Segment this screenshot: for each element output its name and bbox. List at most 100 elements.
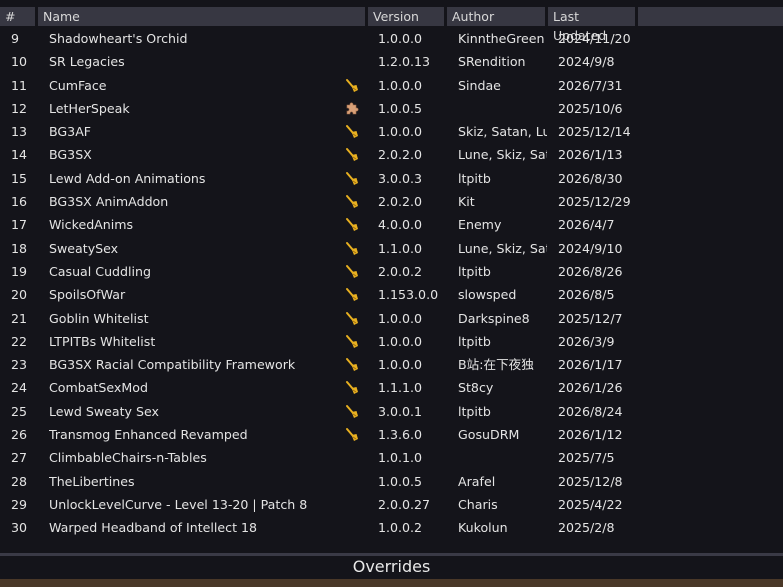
mod-version: 1.0.0.0 — [378, 333, 423, 349]
table-row[interactable]: 14 BG3SX 2.0.2.0 Lune, Skiz, Satan 2026/… — [0, 143, 783, 166]
mod-version: 1.0.0.0 — [378, 124, 423, 140]
table-row[interactable]: 17 WickedAnims 4.0.0.0 Enemy 2026/4/7 — [0, 213, 783, 236]
mod-last-updated: 2024/9/10 — [558, 240, 623, 256]
overrides-list-top[interactable] — [0, 579, 783, 587]
mod-name: BG3SX AnimAddon — [49, 194, 169, 210]
mod-version: 1.1.1.0 — [378, 380, 423, 396]
mod-version: 2.0.0.27 — [378, 496, 431, 512]
mod-last-updated: 2025/2/8 — [558, 520, 615, 536]
table-row[interactable]: 25 Lewd Sweaty Sex 3.0.0.1 ltpitb 2026/8… — [0, 400, 783, 423]
mod-version: 1.0.0.0 — [378, 357, 423, 373]
column-header-version[interactable]: Version — [368, 7, 444, 26]
table-row[interactable]: 13 BG3AF 1.0.0.0 Skiz, Satan, Lune 2025/… — [0, 120, 783, 143]
icon-slot — [344, 520, 360, 536]
broom-icon — [344, 287, 360, 303]
mod-last-updated: 2025/12/29 — [558, 194, 631, 210]
mod-name: Lewd Add-on Animations — [49, 170, 206, 186]
table-row[interactable]: 18 SweatySex 1.1.0.0 Lune, Skiz, Satan 2… — [0, 237, 783, 260]
broom-icon — [344, 78, 360, 94]
row-number: 9 — [11, 31, 20, 46]
broom-icon — [344, 171, 360, 187]
table-row[interactable]: 12 LetHerSpeak 1.0.0.5 2025/10/6 — [0, 97, 783, 120]
column-header-author[interactable]: Author — [447, 7, 545, 26]
mod-name: SR Legacies — [49, 54, 125, 70]
icon-slot — [344, 31, 360, 47]
table-row[interactable]: 11 CumFace 1.0.0.0 Sindae 2026/7/31 — [0, 74, 783, 97]
mod-author: SRendition — [458, 54, 526, 70]
mod-author: Sindae — [458, 77, 501, 93]
mod-author: slowsped — [458, 287, 517, 303]
mod-table: # Name Version Author Last Updated 9 Sha… — [0, 0, 783, 551]
mod-version: 1.153.0.0 — [378, 287, 439, 303]
column-header-number[interactable]: # — [0, 7, 35, 26]
mod-version: 1.0.0.0 — [378, 31, 423, 46]
table-row[interactable]: 15 Lewd Add-on Animations 3.0.0.3 ltpitb… — [0, 167, 783, 190]
icon-slot — [344, 497, 360, 513]
table-row[interactable]: 22 LTPITBs Whitelist 1.0.0.0 ltpitb 2026… — [0, 330, 783, 353]
table-row[interactable]: 29 UnlockLevelCurve - Level 13-20 | Patc… — [0, 493, 783, 516]
table-row[interactable]: 19 Casual Cuddling 2.0.0.2 ltpitb 2026/8… — [0, 260, 783, 283]
table-row[interactable]: 9 Shadowheart's Orchid 1.0.0.0 KinntheGr… — [0, 27, 783, 50]
row-number: 29 — [11, 496, 28, 512]
mod-author: Kukolun — [458, 520, 508, 536]
mod-name: Warped Headband of Intellect 18 — [49, 520, 258, 536]
row-number: 28 — [11, 473, 28, 489]
mod-author: Lune, Skiz, Satan — [458, 240, 547, 256]
row-number: 25 — [11, 403, 28, 419]
mod-author: Darkspine8 — [458, 310, 530, 326]
table-row[interactable]: 30 Warped Headband of Intellect 18 1.0.0… — [0, 516, 783, 539]
mod-author: B站:在下夜独 — [458, 357, 534, 373]
mod-name: BG3SX — [49, 147, 92, 163]
mod-author: ltpitb — [458, 333, 491, 349]
mod-version: 1.0.0.0 — [378, 310, 423, 326]
mod-version: 1.3.6.0 — [378, 427, 423, 443]
table-row[interactable]: 27 ClimbableChairs-n-Tables 1.0.1.0 2025… — [0, 446, 783, 469]
mod-last-updated: 2024/9/8 — [558, 54, 615, 70]
broom-icon — [344, 357, 360, 373]
table-row[interactable]: 10 SR Legacies 1.2.0.13 SRendition 2024/… — [0, 50, 783, 73]
mod-version: 2.0.0.2 — [378, 263, 423, 279]
mod-version: 2.0.2.0 — [378, 147, 423, 163]
column-header-last-updated[interactable]: Last Updated — [548, 7, 635, 43]
row-number: 30 — [11, 520, 28, 536]
icon-slot — [344, 54, 360, 70]
mod-name: CombatSexMod — [49, 380, 148, 396]
overrides-section: Overrides — [0, 551, 783, 587]
mod-name: SweatySex — [49, 240, 119, 256]
mod-name: CumFace — [49, 77, 107, 93]
mod-name: UnlockLevelCurve - Level 13-20 | Patch 8 — [49, 496, 308, 512]
table-body: 9 Shadowheart's Orchid 1.0.0.0 KinntheGr… — [0, 27, 783, 540]
mod-last-updated: 2026/8/30 — [558, 170, 623, 186]
mod-last-updated: 2026/1/12 — [558, 427, 623, 443]
mod-last-updated: 2026/1/13 — [558, 147, 623, 163]
mod-last-updated: 2026/8/26 — [558, 263, 623, 279]
table-row[interactable]: 23 BG3SX Racial Compatibility Framework … — [0, 353, 783, 376]
row-number: 13 — [11, 124, 28, 140]
table-row[interactable]: 24 CombatSexMod 1.1.1.0 St8cy 2026/1/26 — [0, 376, 783, 399]
mod-version: 2.0.2.0 — [378, 194, 423, 210]
table-row[interactable]: 16 BG3SX AnimAddon 2.0.2.0 Kit 2025/12/2… — [0, 190, 783, 213]
table-row[interactable]: 26 Transmog Enhanced Revamped 1.3.6.0 Go… — [0, 423, 783, 446]
table-row[interactable]: 21 Goblin Whitelist 1.0.0.0 Darkspine8 2… — [0, 307, 783, 330]
mod-author: ltpitb — [458, 170, 491, 186]
mod-version: 1.0.0.0 — [378, 77, 423, 93]
table-row[interactable]: 20 SpoilsOfWar 1.153.0.0 slowsped 2026/8… — [0, 283, 783, 306]
mod-last-updated: 2025/4/22 — [558, 496, 623, 512]
row-number: 11 — [11, 77, 28, 93]
row-number: 17 — [11, 217, 28, 233]
column-header-name[interactable]: Name — [38, 7, 365, 26]
broom-icon — [344, 264, 360, 280]
mod-last-updated: 2026/3/9 — [558, 333, 615, 349]
row-number: 21 — [11, 310, 28, 326]
mod-author: Skiz, Satan, Lune — [458, 124, 547, 140]
mod-last-updated: 2026/1/17 — [558, 357, 623, 373]
mod-last-updated: 2026/8/24 — [558, 403, 623, 419]
table-row[interactable]: 28 TheLibertines 1.0.0.5 Arafel 2025/12/… — [0, 470, 783, 493]
row-number: 27 — [11, 450, 28, 466]
mod-version: 3.0.0.1 — [378, 403, 423, 419]
broom-icon — [344, 334, 360, 350]
mod-last-updated: 2025/12/7 — [558, 310, 623, 326]
mod-author: Enemy — [458, 217, 502, 233]
mod-last-updated: 2025/12/14 — [558, 124, 631, 140]
mod-name: Lewd Sweaty Sex — [49, 403, 159, 419]
